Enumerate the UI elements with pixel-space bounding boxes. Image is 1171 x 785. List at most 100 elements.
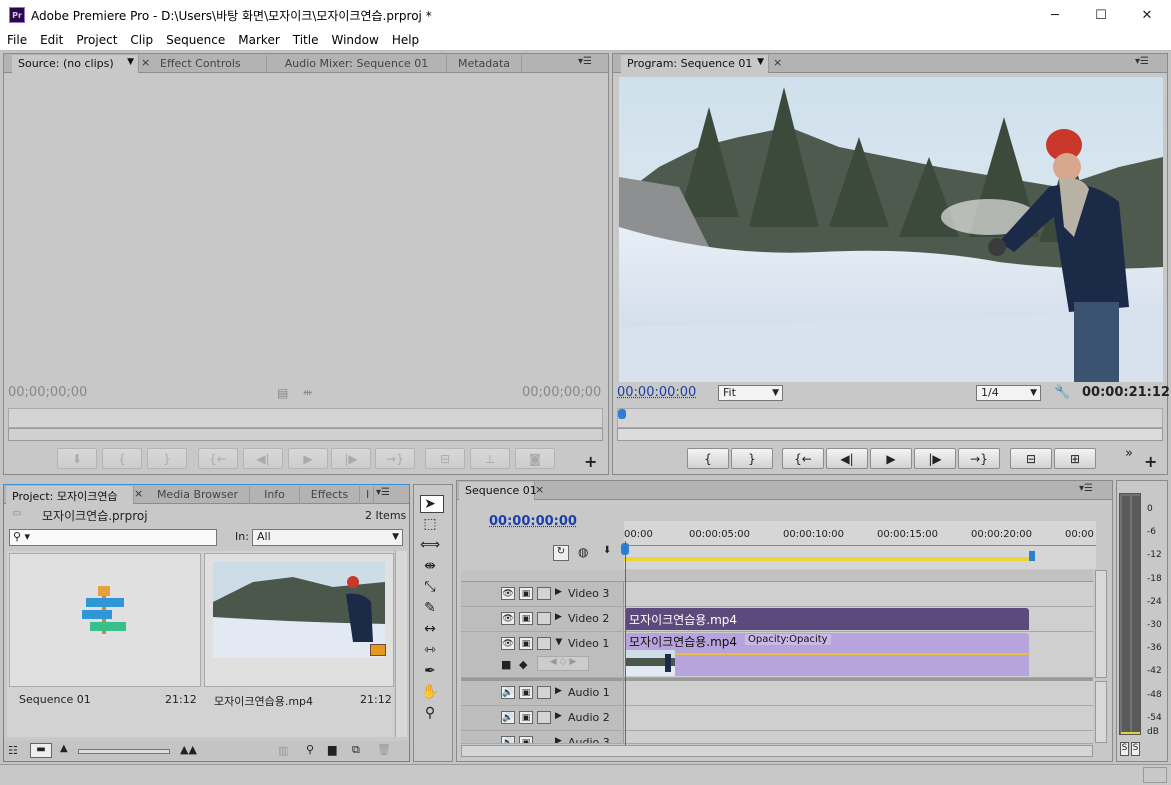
- tab-source[interactable]: Source: (no clips) ▼: [12, 55, 139, 73]
- tab-info[interactable]: Info: [250, 486, 300, 504]
- in-filter-select[interactable]: All ▼: [252, 529, 403, 546]
- timeline-horizontal-scrollbar[interactable]: [461, 745, 1093, 757]
- step-forward-button[interactable]: |▶: [331, 448, 371, 469]
- delete-icon[interactable]: 🗑: [377, 743, 391, 756]
- program-go-to-out-button[interactable]: →}: [958, 448, 1000, 469]
- clip-thumbnail[interactable]: [204, 553, 394, 687]
- tab-project[interactable]: Project: 모자이크연습: [6, 486, 134, 504]
- toggle-track-output-speaker-icon[interactable]: 🔊: [501, 686, 515, 699]
- slide-tool-icon[interactable]: ⇿: [419, 640, 441, 660]
- set-display-style-icon[interactable]: ■: [501, 658, 511, 671]
- selection-tool-icon[interactable]: ➤: [419, 494, 441, 514]
- search-input[interactable]: ⚲ ▾: [9, 529, 217, 546]
- track-lock-icon[interactable]: [537, 686, 551, 699]
- zoom-out-icon[interactable]: ▲: [60, 743, 68, 754]
- program-add-button-icon[interactable]: +: [1144, 452, 1157, 471]
- project-panel-menu-icon[interactable]: ▾☰: [376, 487, 390, 498]
- tab-media-browser[interactable]: Media Browser: [146, 486, 250, 504]
- export-frame-button[interactable]: ◙: [515, 448, 555, 469]
- mark-in-button[interactable]: {: [102, 448, 142, 469]
- step-back-button[interactable]: ◀|: [243, 448, 283, 469]
- new-bin-icon[interactable]: ▆: [328, 743, 336, 756]
- program-mark-out-button[interactable]: }: [731, 448, 773, 469]
- fx-opacity-dropdown[interactable]: Opacity:Opacity: [745, 634, 831, 645]
- timeline-panel-menu-icon[interactable]: ▾☰: [1079, 483, 1093, 494]
- slip-tool-icon[interactable]: ↔: [419, 619, 441, 639]
- close-sequence-tab-icon[interactable]: ×: [535, 483, 544, 496]
- add-marker-button[interactable]: ⬇: [57, 448, 97, 469]
- close-project-tab-icon[interactable]: ×: [134, 487, 143, 500]
- track-lock-icon[interactable]: [537, 637, 551, 650]
- add-button-icon[interactable]: +: [584, 452, 597, 471]
- track-lock-icon[interactable]: [537, 711, 551, 724]
- project-scrollbar[interactable]: [395, 551, 407, 737]
- extract-button[interactable]: ⊞: [1054, 448, 1096, 469]
- wrench-icon[interactable]: 🔧: [1054, 385, 1070, 400]
- tab-overflow[interactable]: I: [360, 486, 374, 504]
- expand-track-icon[interactable]: ▶: [555, 612, 562, 622]
- toggle-output-eye-icon[interactable]: 👁: [501, 612, 515, 625]
- sync-lock-icon[interactable]: ▣: [519, 711, 533, 724]
- work-area-bar[interactable]: [624, 557, 1032, 561]
- solo-left-button[interactable]: S: [1120, 742, 1129, 756]
- rolling-edit-tool-icon[interactable]: ⇼: [419, 556, 441, 576]
- minimize-button[interactable]: ─: [1032, 0, 1078, 30]
- panel-menu-icon[interactable]: ▾☰: [578, 56, 592, 67]
- close-program-tab-icon[interactable]: ×: [773, 56, 782, 69]
- tab-program[interactable]: Program: Sequence 01 ▼: [621, 55, 769, 73]
- expand-track-icon[interactable]: ▶: [555, 736, 562, 743]
- opacity-rubber-band[interactable]: [625, 653, 1029, 655]
- expand-track-icon[interactable]: ▶: [555, 686, 562, 696]
- resolution-select[interactable]: 1/4 ▼: [976, 385, 1041, 401]
- program-step-back-button[interactable]: ◀|: [826, 448, 868, 469]
- snap-icon[interactable]: ↻: [553, 545, 569, 561]
- menu-edit[interactable]: Edit: [33, 33, 69, 47]
- toggle-output-eye-icon[interactable]: 👁: [501, 637, 515, 650]
- list-view-icon[interactable]: ☷: [8, 744, 18, 757]
- timeline-ruler[interactable]: 00:00 00:00:05:00 00:00:10:00 00:00:15:0…: [621, 521, 1096, 569]
- play-button[interactable]: ▶: [288, 448, 328, 469]
- menu-sequence[interactable]: Sequence: [159, 33, 231, 47]
- lift-button[interactable]: ⊟: [1010, 448, 1052, 469]
- video-tracks-scrollbar[interactable]: [1095, 570, 1107, 678]
- menu-title[interactable]: Title: [286, 33, 325, 47]
- fit-select[interactable]: Fit ▼: [718, 385, 783, 401]
- icon-view-icon[interactable]: ▬: [30, 743, 52, 758]
- expand-track-icon[interactable]: ▶: [555, 587, 562, 597]
- sync-lock-icon[interactable]: ▣: [519, 736, 533, 743]
- timeline-playhead-line[interactable]: [625, 541, 626, 746]
- program-playhead-marker[interactable]: [618, 409, 626, 419]
- sequence-thumbnail[interactable]: [9, 553, 201, 687]
- timeline-timecode[interactable]: 00:00:00:00: [489, 514, 577, 529]
- program-timecode-current[interactable]: 00:00:00:00: [617, 385, 696, 400]
- video-2-clip[interactable]: 모자이크연습용.mp4: [625, 608, 1029, 630]
- program-time-ruler[interactable]: [617, 408, 1163, 428]
- program-step-forward-button[interactable]: |▶: [914, 448, 956, 469]
- track-lock-icon[interactable]: [537, 587, 551, 600]
- work-area-end-handle[interactable]: [1029, 551, 1035, 561]
- menu-marker[interactable]: Marker: [231, 33, 285, 47]
- menu-window[interactable]: Window: [324, 33, 384, 47]
- go-to-in-button[interactable]: {←: [198, 448, 238, 469]
- close-source-tab-icon[interactable]: ×: [141, 56, 150, 69]
- track-lock-icon[interactable]: [537, 612, 551, 625]
- zoom-in-icon[interactable]: ▲▲: [180, 743, 197, 756]
- keyframe-navigator[interactable]: ◀ ◇ ▶: [537, 656, 589, 671]
- hand-tool-icon[interactable]: ✋: [419, 682, 441, 702]
- menu-help[interactable]: Help: [385, 33, 425, 47]
- tab-audio-mixer[interactable]: Audio Mixer: Sequence 01: [267, 55, 447, 73]
- resize-grip[interactable]: [1143, 767, 1167, 783]
- sync-lock-icon[interactable]: ▣: [519, 612, 533, 625]
- automate-icon[interactable]: ▥: [278, 744, 288, 757]
- close-button[interactable]: ✕: [1124, 0, 1170, 30]
- expand-track-icon[interactable]: ▶: [555, 711, 562, 721]
- maximize-button[interactable]: ☐: [1078, 0, 1124, 30]
- drag-video-icon[interactable]: ▤: [277, 386, 288, 400]
- sync-lock-icon[interactable]: ▣: [519, 686, 533, 699]
- collapse-track-icon[interactable]: ▶: [553, 639, 563, 646]
- sync-lock-icon[interactable]: ▣: [519, 587, 533, 600]
- tab-effect-controls[interactable]: Effect Controls: [154, 55, 267, 73]
- go-to-out-button[interactable]: →}: [375, 448, 415, 469]
- program-mark-in-button[interactable]: {: [687, 448, 729, 469]
- tab-metadata[interactable]: Metadata: [447, 55, 522, 73]
